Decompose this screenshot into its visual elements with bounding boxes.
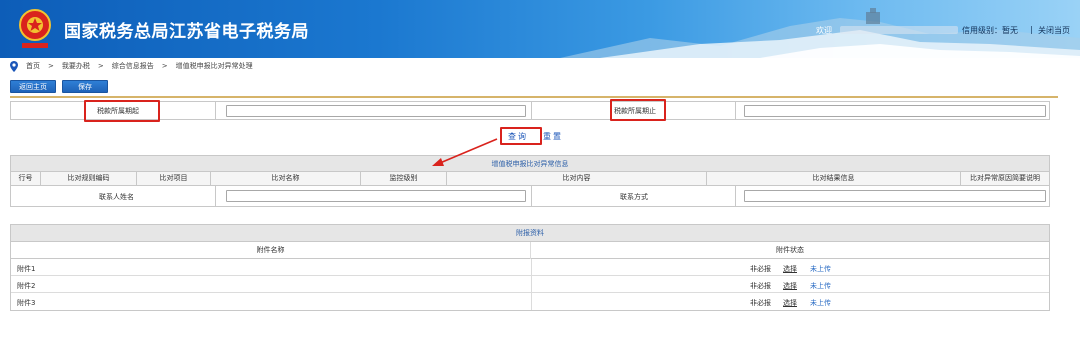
col-attachment-name: 附件名称: [11, 242, 531, 259]
attachment-name: 附件3: [17, 299, 36, 307]
attachment-select-link[interactable]: 选择: [783, 264, 797, 274]
attachments-table: 附报资料 附件名称 附件状态 附件1 非必报 选择 未上传 附件2 非必报 选择…: [10, 224, 1050, 311]
attachment-name: 附件1: [17, 265, 36, 273]
attachment-row: 附件3 非必报 选择 未上传: [11, 293, 1049, 310]
attachment-status: 未上传: [810, 282, 831, 290]
column-divider: [531, 276, 532, 293]
attachments-header: 附件名称 附件状态: [11, 242, 1049, 259]
attachment-row: 附件1 非必报 选择 未上传: [11, 259, 1049, 276]
attachment-status: 未上传: [810, 299, 831, 307]
attachments-title: 附报资料: [11, 225, 1049, 242]
attachment-name: 附件2: [17, 282, 36, 290]
attachment-required: 非必报: [750, 299, 771, 307]
attachment-status: 未上传: [810, 265, 831, 273]
column-divider: [531, 293, 532, 310]
attachment-select-link[interactable]: 选择: [783, 298, 797, 308]
col-attachment-status: 附件状态: [776, 246, 804, 254]
attachment-required: 非必报: [750, 265, 771, 273]
attachment-required: 非必报: [750, 282, 771, 290]
attachment-row: 附件2 非必报 选择 未上传: [11, 276, 1049, 293]
attachment-select-link[interactable]: 选择: [783, 281, 797, 291]
column-divider: [531, 259, 532, 276]
